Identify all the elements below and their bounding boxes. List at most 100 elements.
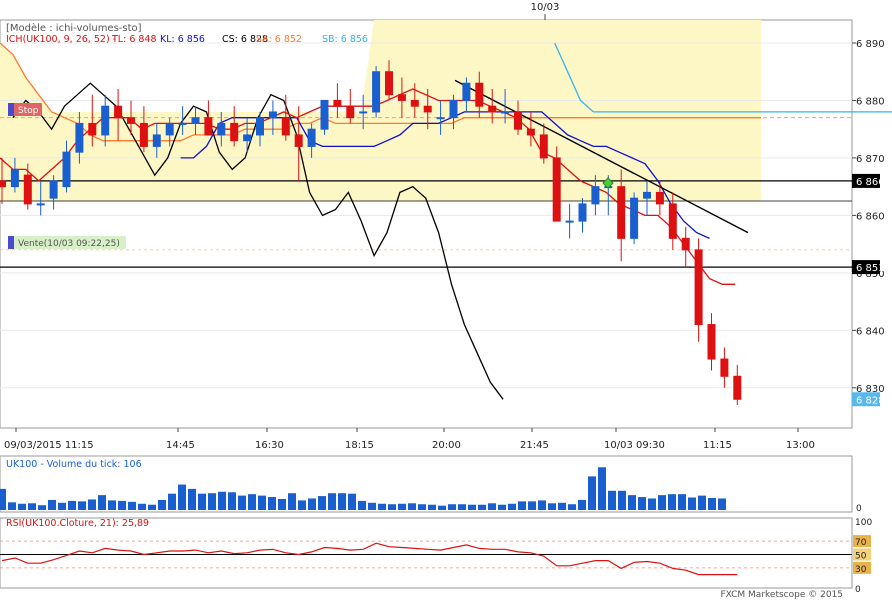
volume-bar — [298, 500, 306, 510]
chart-svg: 10/03 Stop Vente(10/03 09:22,25) [Modèle : … — [0, 2, 892, 600]
volume-bar — [118, 500, 126, 510]
time-tick-label: 14:45 — [166, 440, 195, 451]
candle-body — [281, 117, 290, 136]
volume-bar — [678, 494, 686, 510]
candle-body — [230, 122, 239, 142]
volume-bar — [508, 503, 516, 510]
vente-badge-handle[interactable] — [8, 236, 14, 249]
time-tick-label: 16:30 — [255, 440, 284, 451]
candle-body — [565, 220, 574, 223]
volume-bar — [378, 503, 386, 510]
candle-body — [139, 122, 148, 147]
volume-bar — [358, 500, 366, 510]
candle-body — [217, 122, 226, 136]
volume-bar — [588, 476, 596, 510]
volume-bar — [488, 503, 496, 510]
volume-bar — [568, 504, 576, 510]
candle-body — [385, 71, 393, 96]
vente-badge-label: Vente(10/03 09:22,25) — [18, 239, 120, 249]
candle-body — [694, 249, 703, 326]
volume-bar — [68, 500, 76, 510]
volume-bar — [348, 493, 356, 510]
candle-body — [36, 203, 45, 206]
volume-bar — [538, 500, 546, 510]
volume-bar — [328, 493, 336, 510]
candle-body — [681, 237, 690, 251]
legend-sa: SA: 6 852 — [256, 34, 302, 45]
volume-bar — [28, 503, 36, 510]
volume-axis-label: 0 — [856, 504, 862, 514]
candle-body — [449, 99, 458, 119]
volume-bar — [0, 488, 6, 510]
volume-bar — [158, 499, 166, 510]
candle-body — [114, 105, 123, 119]
chart-window: 10/03 Stop Vente(10/03 09:22,25) [Modèle : … — [0, 0, 892, 600]
volume-bar — [648, 498, 656, 510]
volume-bar — [418, 504, 426, 510]
candle-body — [526, 128, 535, 136]
price-tag-label: 6 866 — [856, 177, 885, 188]
volume-bar — [578, 499, 586, 510]
candle-body — [178, 122, 187, 125]
time-tick-label: 09/03/2015 11:15 — [4, 440, 94, 451]
volume-bar — [668, 494, 676, 510]
candle-body — [101, 105, 110, 136]
volume-bar — [608, 490, 616, 510]
volume-bar — [178, 484, 186, 510]
volume-bar — [478, 504, 486, 510]
candle-body — [578, 203, 587, 222]
volume-bar — [18, 503, 26, 510]
candle-body — [539, 134, 548, 159]
time-tick-label: 18:15 — [345, 440, 374, 451]
volume-bar — [718, 498, 726, 510]
candle-body — [256, 117, 264, 136]
candle-body — [707, 324, 716, 360]
legend-tl: TL: 6 848 — [111, 34, 157, 45]
volume-bar — [498, 504, 506, 510]
candle-body — [243, 134, 252, 142]
rsi-axis-label: 0 — [855, 585, 861, 595]
time-tick-label: 10/03 09:30 — [604, 440, 665, 451]
price-tick-label: 6 880 — [856, 96, 885, 107]
volume-bar — [368, 502, 376, 510]
candle-body — [10, 168, 19, 188]
volume-bar — [8, 502, 16, 510]
candle-body — [552, 157, 561, 222]
volume-bar — [528, 501, 536, 510]
price-tick-label: 6 840 — [856, 326, 885, 337]
volume-bar — [148, 504, 156, 510]
volume-bar — [98, 495, 106, 510]
volume-bar — [448, 504, 456, 510]
candle-body — [668, 203, 677, 239]
volume-bar — [428, 504, 436, 510]
stop-badge-handle[interactable] — [8, 103, 14, 116]
candle-body — [488, 105, 497, 113]
candle-body — [75, 122, 84, 153]
candle-body — [152, 134, 161, 147]
volume-bar — [658, 495, 666, 510]
candle-body — [333, 99, 342, 107]
candle-body — [88, 122, 97, 136]
volume-bar — [278, 498, 286, 510]
volume-bar — [338, 493, 346, 510]
candle-body — [165, 122, 174, 136]
volume-bar — [458, 504, 466, 510]
candle-body — [307, 128, 316, 147]
volume-bar — [628, 495, 636, 510]
volume-bar — [88, 499, 96, 510]
candle-body — [655, 191, 664, 205]
rsi-title: RSI(UK100.Cloture, 21): 25,89 — [6, 518, 149, 529]
candle-body — [204, 117, 213, 136]
candle-body — [720, 358, 729, 377]
candle-body — [410, 99, 419, 107]
candle-body — [127, 117, 135, 124]
price-tag-label: 6 851 — [856, 263, 885, 274]
time-tick-label: 21:45 — [520, 440, 549, 451]
top-date-label: 10/03 — [531, 2, 560, 13]
legend-sb: SB: 6 856 — [322, 34, 368, 45]
rsi-axis-label: 50 — [855, 552, 867, 562]
candle-body — [372, 71, 381, 113]
volume-bar — [208, 493, 216, 510]
footer-credit: FXCM Marketscope © 2015 — [720, 590, 843, 600]
candle-body — [630, 197, 639, 239]
